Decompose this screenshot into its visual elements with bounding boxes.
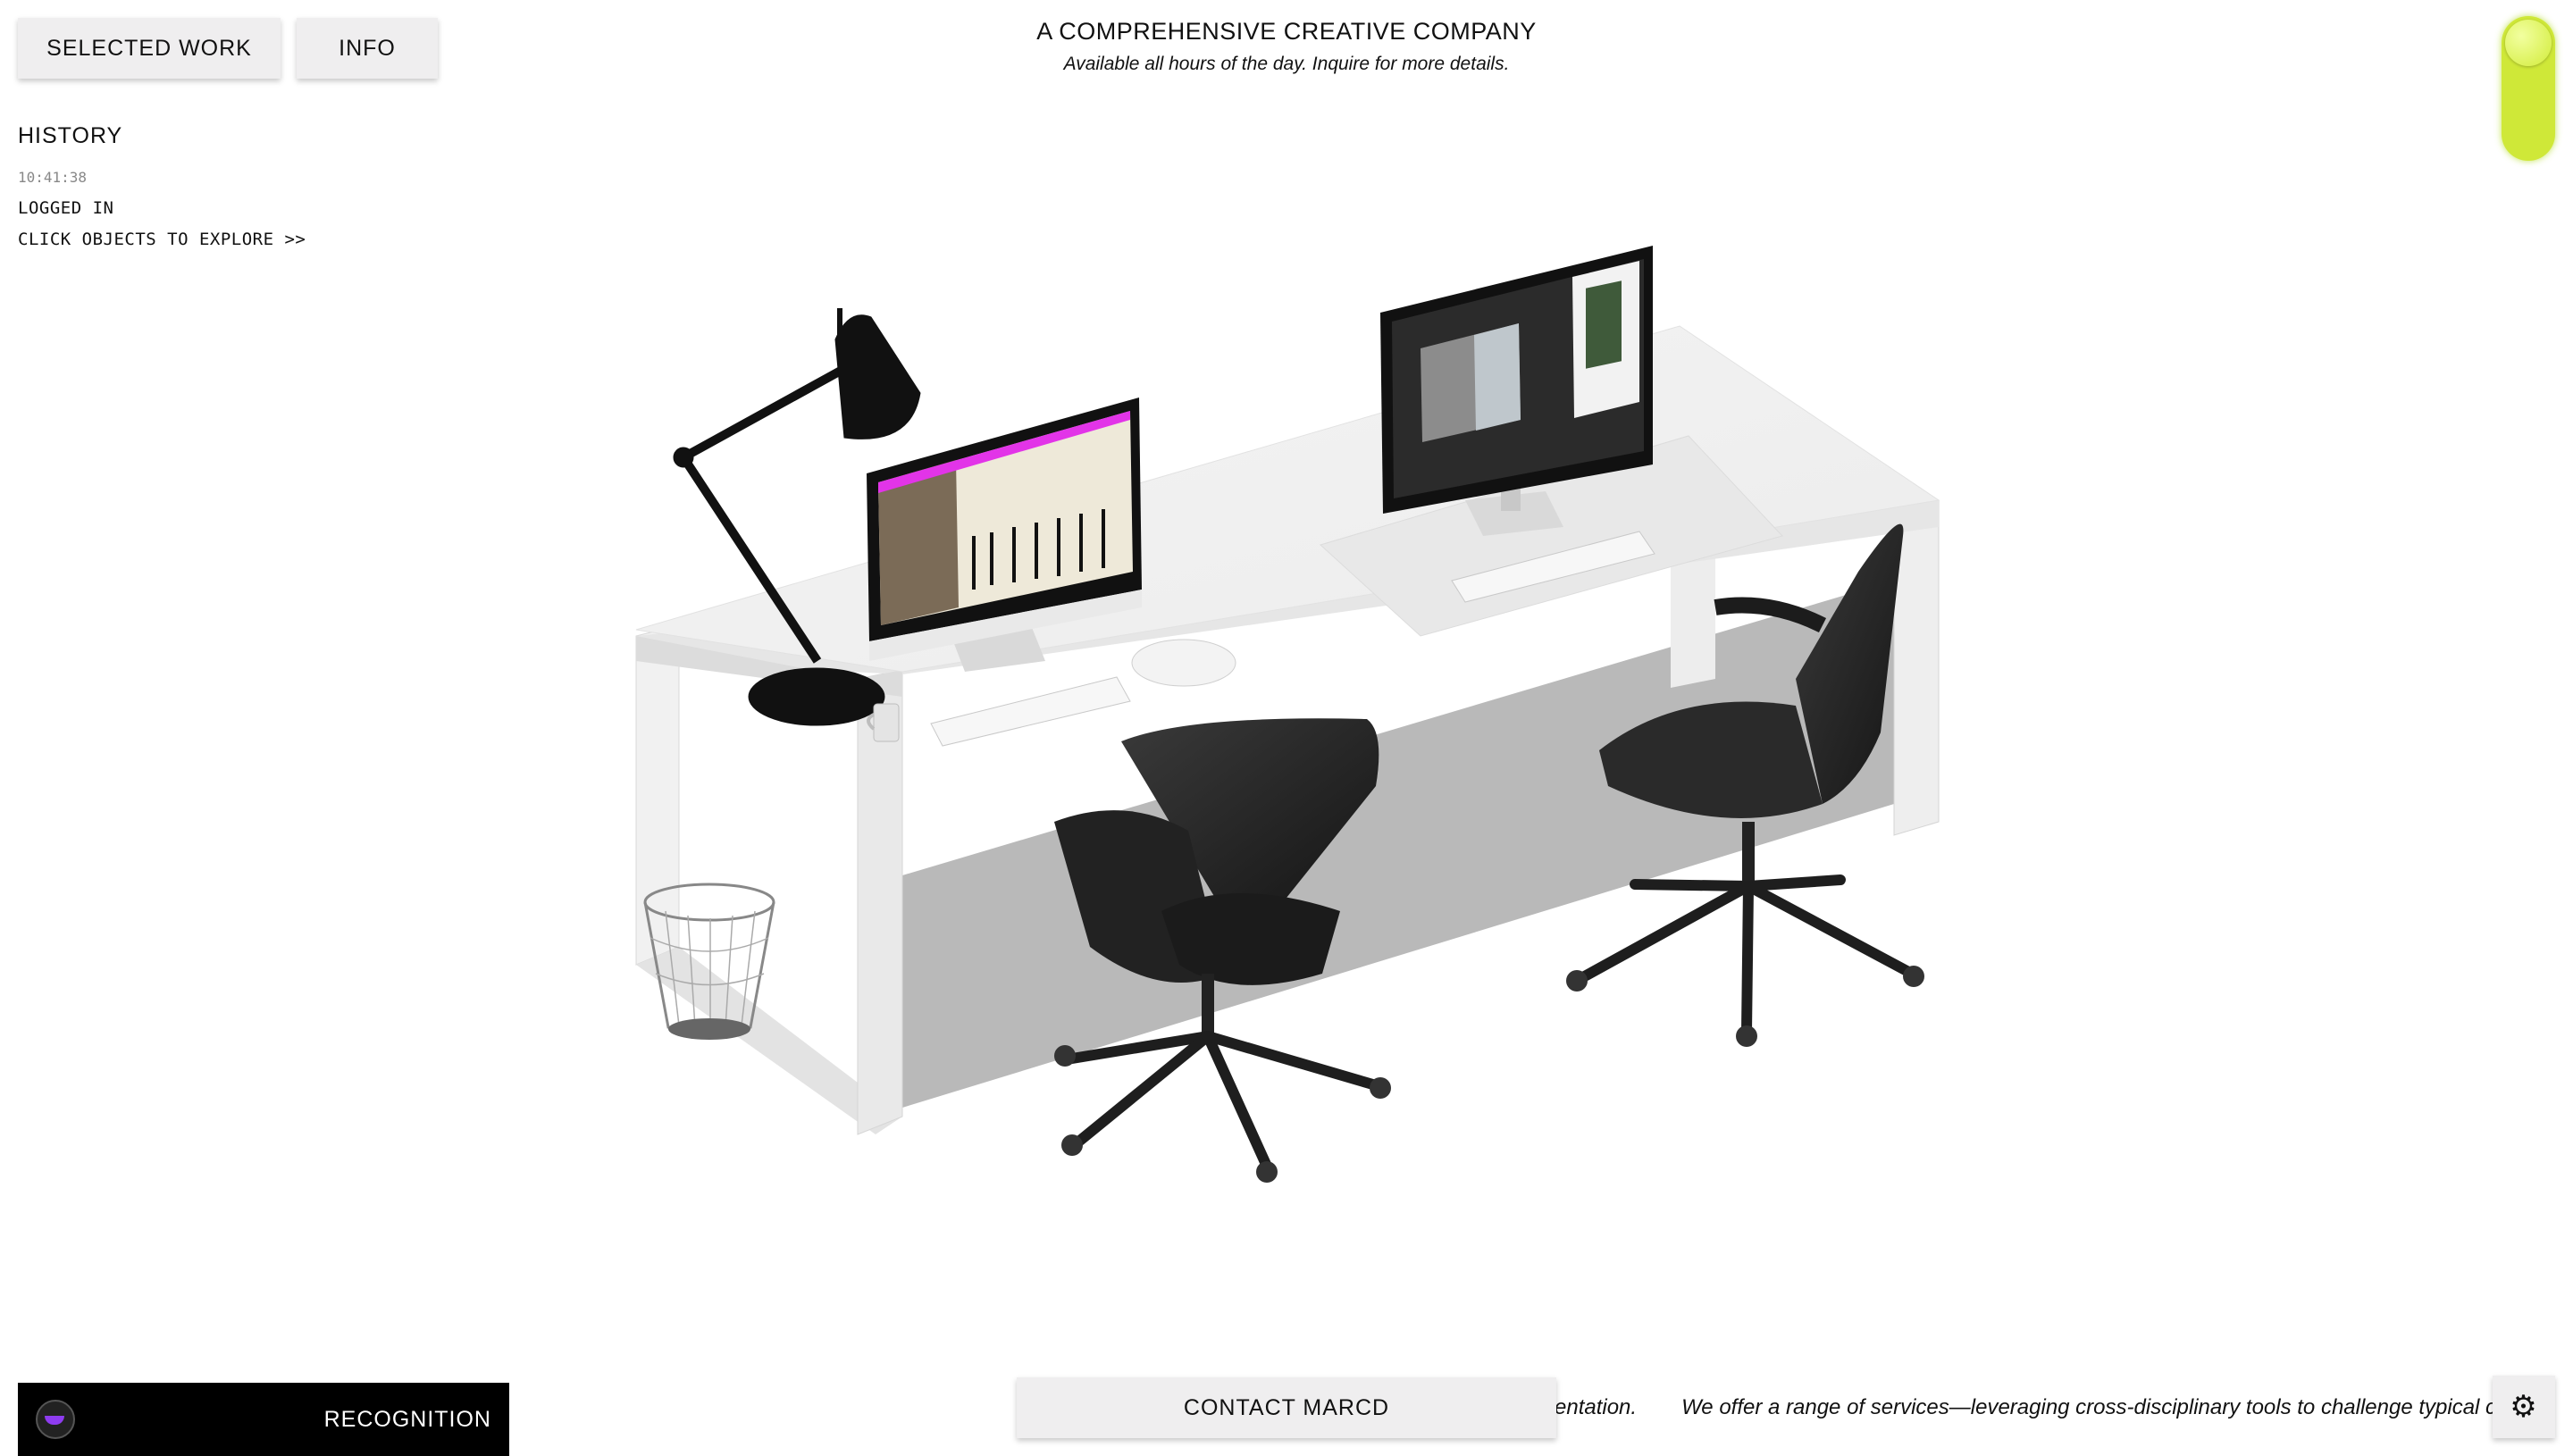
toggle-knob[interactable] [2505, 20, 2552, 66]
history-line-logged-in: LOGGED IN [18, 198, 114, 218]
page-title: A COMPREHENSIVE CREATIVE COMPANY [1036, 18, 1537, 45]
history-title: HISTORY [18, 123, 123, 148]
ticker-item: entation. [1555, 1395, 1638, 1419]
recognition-avatar-icon [36, 1400, 75, 1439]
history-panel: HISTORY 10:41:38 LOGGED IN CLICK OBJECTS… [18, 123, 306, 261]
gear-icon: ⚙ [2510, 1390, 2538, 1424]
settings-button[interactable]: ⚙ [2493, 1376, 2555, 1438]
mode-toggle[interactable] [2502, 16, 2555, 161]
contact-button[interactable]: CONTACT MARCD [1017, 1377, 1556, 1438]
office-scene [635, 246, 1940, 1183]
recognition-button[interactable]: RECOGNITION [18, 1383, 509, 1456]
history-line-explore: CLICK OBJECTS TO EXPLORE >> [18, 230, 306, 249]
ticker-item: We offer a range of services—leveraging … [1681, 1395, 2493, 1419]
page-subtitle: Available all hours of the day. Inquire … [1063, 54, 1510, 74]
history-timestamp: 10:41:38 [18, 169, 88, 186]
recognition-label: RECOGNITION [323, 1406, 491, 1432]
services-ticker: entation. We offer a range of services—l… [1555, 1383, 2493, 1433]
mouse-pad[interactable] [1131, 639, 1236, 687]
left-keyboard[interactable] [930, 676, 1131, 747]
